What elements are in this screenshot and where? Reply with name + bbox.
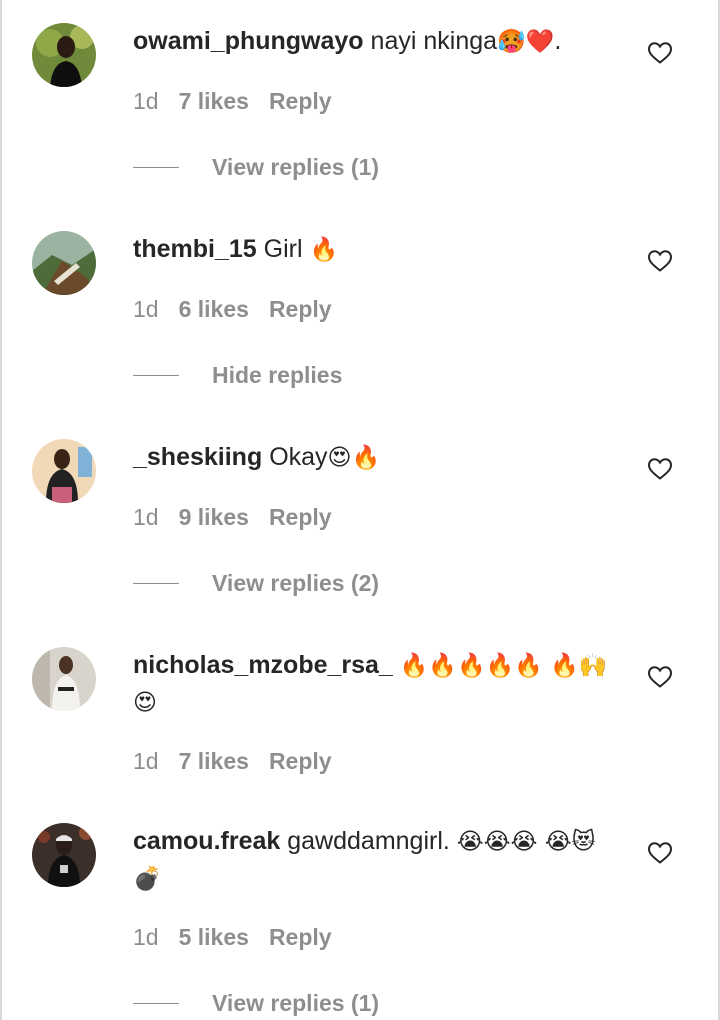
replies-label[interactable]: View replies (1) bbox=[212, 152, 379, 182]
likes-count[interactable]: 7 likes bbox=[179, 88, 249, 114]
comment-text: owami_phungwayo nayi nkinga🥵❤️. bbox=[133, 23, 613, 60]
avatar[interactable] bbox=[32, 823, 96, 887]
reply-button[interactable]: Reply bbox=[269, 296, 332, 322]
replies-label[interactable]: Hide replies bbox=[212, 360, 342, 390]
likes-count[interactable]: 7 likes bbox=[179, 748, 249, 774]
comment-time: 1d bbox=[133, 88, 159, 114]
comment-body: Girl bbox=[263, 235, 303, 263]
comment-meta: 1d 9 likes Reply bbox=[133, 502, 332, 532]
replies-divider-line bbox=[133, 583, 179, 584]
reply-button[interactable]: Reply bbox=[269, 924, 332, 950]
comment-text: camou.freak gawddamngirl. 😭😭😭 😭😻💣 bbox=[133, 823, 613, 897]
likes-count[interactable]: 5 likes bbox=[179, 924, 249, 950]
comment-username[interactable]: nicholas_mzobe_rsa_ bbox=[133, 651, 393, 679]
heart-outline-icon[interactable] bbox=[647, 249, 673, 273]
replies-divider-line bbox=[133, 1003, 179, 1004]
comment-meta: 1d 6 likes Reply bbox=[133, 294, 332, 324]
comment-time: 1d bbox=[133, 296, 159, 322]
likes-count[interactable]: 6 likes bbox=[179, 296, 249, 322]
heart-outline-icon[interactable] bbox=[647, 457, 673, 481]
comment-username[interactable]: camou.freak bbox=[133, 827, 280, 855]
likes-count[interactable]: 9 likes bbox=[179, 504, 249, 530]
comment-body: Okay bbox=[269, 443, 328, 471]
comment-time: 1d bbox=[133, 504, 159, 530]
comment-emoji: 😍🔥 bbox=[327, 445, 381, 471]
avatar[interactable] bbox=[32, 23, 96, 87]
avatar[interactable] bbox=[32, 231, 96, 295]
comment-text: _sheskiing Okay😍🔥 bbox=[133, 439, 613, 476]
frame-left-border bbox=[0, 0, 2, 1020]
comment-emoji: 🥵❤️. bbox=[497, 29, 562, 55]
heart-outline-icon[interactable] bbox=[647, 841, 673, 865]
heart-outline-icon[interactable] bbox=[647, 665, 673, 689]
reply-button[interactable]: Reply bbox=[269, 88, 332, 114]
comment-time: 1d bbox=[133, 748, 159, 774]
replies-label[interactable]: View replies (2) bbox=[212, 568, 379, 598]
comment-body: nayi nkinga bbox=[370, 27, 498, 55]
avatar[interactable] bbox=[32, 647, 96, 711]
replies-label[interactable]: View replies (1) bbox=[212, 988, 379, 1018]
comment-username[interactable]: owami_phungwayo bbox=[133, 27, 364, 55]
reply-button[interactable]: Reply bbox=[269, 748, 332, 774]
comment-body: gawddamngirl. bbox=[287, 827, 450, 855]
avatar[interactable] bbox=[32, 439, 96, 503]
comment-time: 1d bbox=[133, 924, 159, 950]
comment-text: thembi_15 Girl 🔥 bbox=[133, 231, 613, 268]
reply-button[interactable]: Reply bbox=[269, 504, 332, 530]
comment-meta: 1d 7 likes Reply bbox=[133, 86, 332, 116]
comment-meta: 1d 5 likes Reply bbox=[133, 922, 332, 952]
comment-emoji: 🔥 bbox=[309, 237, 339, 263]
comment-username[interactable]: _sheskiing bbox=[133, 443, 262, 471]
heart-outline-icon[interactable] bbox=[647, 41, 673, 65]
replies-divider-line bbox=[133, 375, 179, 376]
comment-username[interactable]: thembi_15 bbox=[133, 235, 257, 263]
comment-meta: 1d 7 likes Reply bbox=[133, 746, 332, 776]
replies-divider-line bbox=[133, 167, 179, 168]
comment-text: nicholas_mzobe_rsa_ 🔥🔥🔥🔥🔥 🔥🙌😍 bbox=[133, 647, 613, 721]
